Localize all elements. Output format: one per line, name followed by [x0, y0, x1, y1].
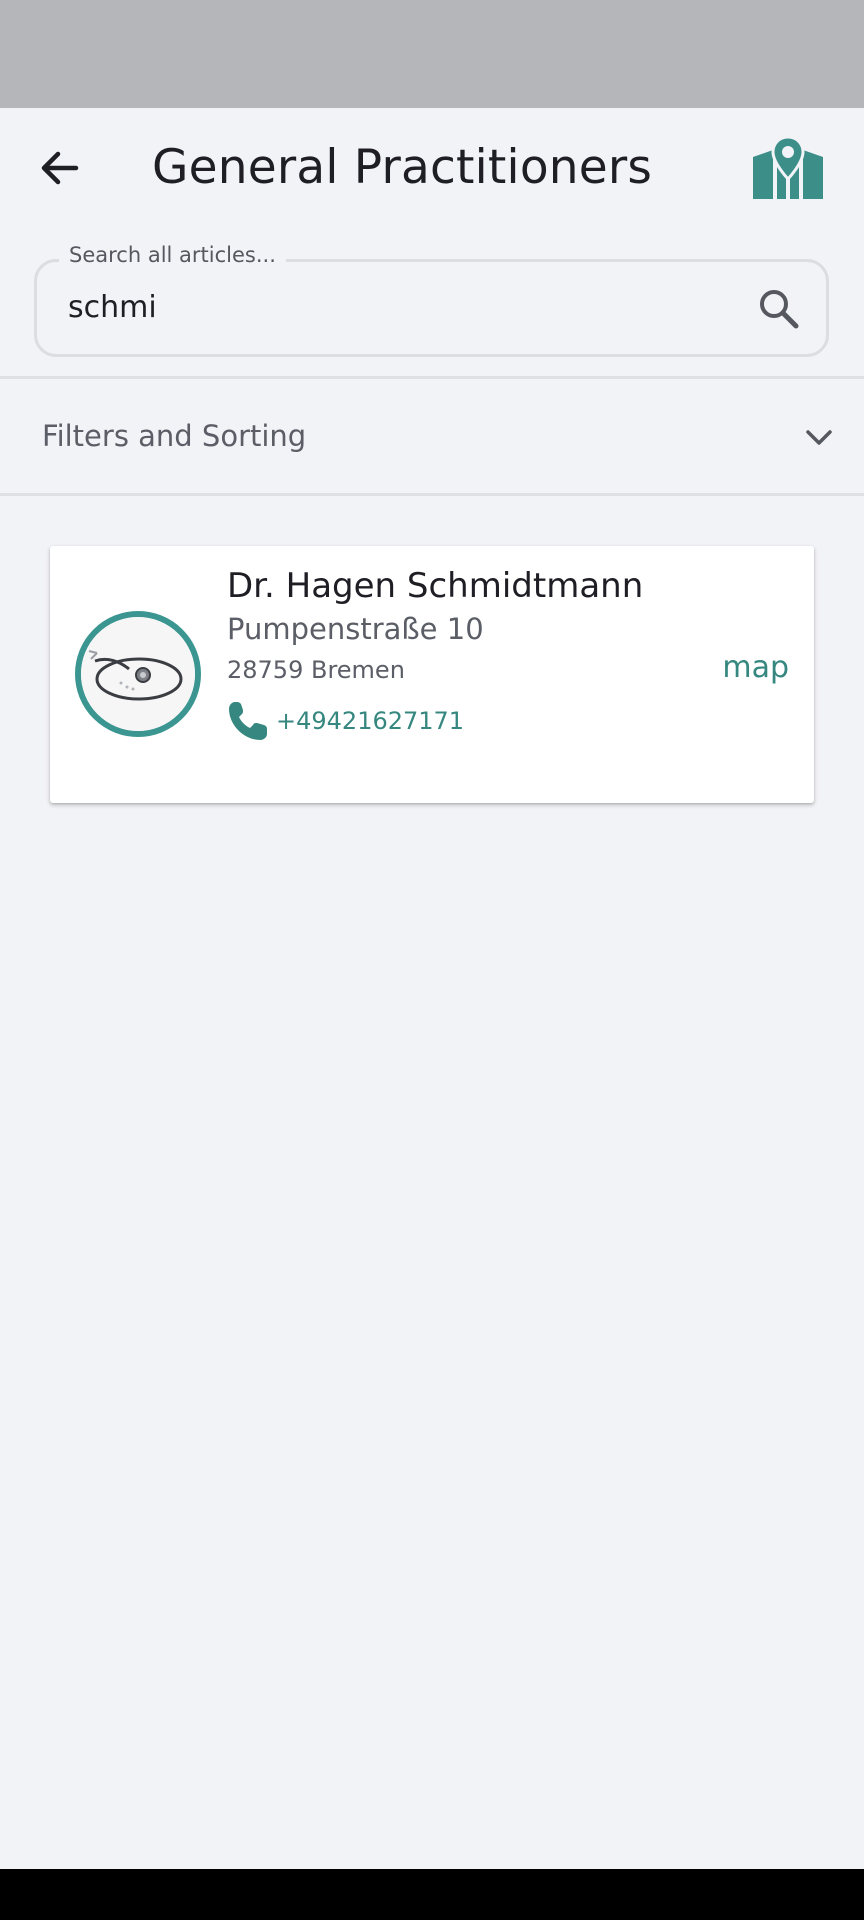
practitioner-street: Pumpenstraße 10	[227, 612, 484, 646]
back-button[interactable]	[28, 136, 92, 200]
status-bar	[0, 0, 864, 108]
phone-link[interactable]: +49421627171	[226, 698, 464, 744]
arrow-left-icon	[41, 151, 79, 185]
search-icon[interactable]	[756, 286, 800, 330]
map-link[interactable]: map	[722, 650, 789, 685]
practitioner-card[interactable]: Dr. Hagen Schmidtmann Pumpenstraße 10 28…	[50, 546, 814, 803]
phone-icon	[229, 702, 267, 740]
page-title: General Practitioners	[152, 140, 653, 195]
practitioner-city: 28759 Bremen	[227, 656, 405, 684]
divider	[0, 493, 864, 496]
divider	[0, 376, 864, 379]
phone-number: +49421627171	[276, 707, 465, 735]
search-field[interactable]: Search all articles... schmi	[34, 243, 829, 357]
folded-map-pin-icon	[753, 135, 823, 199]
search-input[interactable]: schmi	[68, 262, 157, 354]
app-bar: General Practitioners	[0, 108, 864, 228]
filters-label: Filters and Sorting	[42, 419, 307, 453]
chevron-down-icon	[806, 430, 832, 445]
stethoscope-image	[75, 611, 201, 737]
map-view-button[interactable]	[748, 132, 828, 204]
filters-and-sorting-toggle[interactable]: Filters and Sorting	[0, 380, 864, 493]
system-navigation-bar	[0, 1869, 864, 1920]
practitioner-name: Dr. Hagen Schmidtmann	[227, 566, 644, 606]
